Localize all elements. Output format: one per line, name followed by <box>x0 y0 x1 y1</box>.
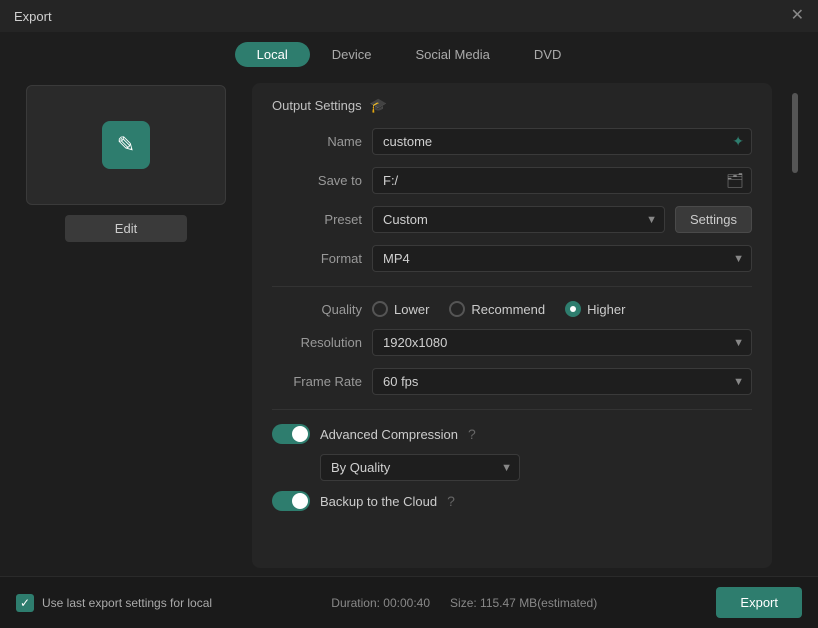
preview-icon: ✎ <box>102 121 150 169</box>
resolution-select-wrapper: 1920x1080 1280x720 3840x2160 640x480 ▼ <box>372 329 752 356</box>
size-label: Size: 115.47 MB(estimated) <box>450 596 597 610</box>
main-content: ✎ Edit Output Settings 🎓 Name ✦ Save to … <box>0 75 818 576</box>
by-quality-row: By Quality By Size ▼ <box>320 454 752 481</box>
tab-local[interactable]: Local <box>235 42 310 67</box>
by-quality-select[interactable]: By Quality By Size <box>320 454 520 481</box>
quality-row: Quality Lower Recommend Higher <box>272 301 752 317</box>
bottom-left: ✓ Use last export settings for local <box>16 594 212 612</box>
title-bar: Export ✕ <box>0 0 818 32</box>
backup-cloud-row: Backup to the Cloud ? <box>272 491 752 511</box>
section-title: Output Settings 🎓 <box>272 97 752 114</box>
folder-icon[interactable]: 🗂 <box>726 172 744 189</box>
duration-label: Duration: 00:00:40 <box>331 596 430 610</box>
scrollbar-thumb[interactable] <box>792 93 798 173</box>
resolution-row: Resolution 1920x1080 1280x720 3840x2160 … <box>272 329 752 356</box>
tab-dvd[interactable]: DVD <box>512 42 583 67</box>
advanced-compression-row: Advanced Compression ? <box>272 424 752 444</box>
quality-higher-option[interactable]: Higher <box>565 301 625 317</box>
quality-lower-radio[interactable] <box>372 301 388 317</box>
preset-select[interactable]: Custom Default High Quality Low Quality <box>372 206 665 233</box>
resolution-label: Resolution <box>272 335 362 350</box>
save-to-input-wrapper: 🗂 <box>372 167 752 194</box>
right-panel: Output Settings 🎓 Name ✦ Save to 🗂 Prese… <box>252 83 772 568</box>
name-input-wrapper: ✦ <box>372 128 752 155</box>
resolution-select[interactable]: 1920x1080 1280x720 3840x2160 640x480 <box>372 329 752 356</box>
preset-label: Preset <box>272 212 362 227</box>
divider-2 <box>272 409 752 410</box>
backup-cloud-knob <box>292 493 308 509</box>
frame-rate-select[interactable]: 60 fps 30 fps 24 fps 15 fps <box>372 368 752 395</box>
section-title-text: Output Settings <box>272 98 362 113</box>
quality-lower-option[interactable]: Lower <box>372 301 429 317</box>
format-label: Format <box>272 251 362 266</box>
quality-higher-label: Higher <box>587 302 625 317</box>
by-quality-select-wrapper: By Quality By Size ▼ <box>320 454 520 481</box>
bottom-bar: ✓ Use last export settings for local Dur… <box>0 576 818 628</box>
quality-label: Quality <box>272 302 362 317</box>
quality-options: Lower Recommend Higher <box>372 301 625 317</box>
quality-recommend-option[interactable]: Recommend <box>449 301 545 317</box>
divider-1 <box>272 286 752 287</box>
quality-recommend-label: Recommend <box>471 302 545 317</box>
scrollbar-track[interactable] <box>792 83 798 568</box>
format-select[interactable]: MP4 MOV AVI MKV <box>372 245 752 272</box>
format-row: Format MP4 MOV AVI MKV ▼ <box>272 245 752 272</box>
edit-button[interactable]: Edit <box>65 215 187 242</box>
frame-rate-select-wrapper: 60 fps 30 fps 24 fps 15 fps ▼ <box>372 368 752 395</box>
tab-social-media[interactable]: Social Media <box>393 42 511 67</box>
tab-device[interactable]: Device <box>310 42 394 67</box>
left-panel: ✎ Edit <box>16 75 236 576</box>
tab-bar: Local Device Social Media DVD <box>0 32 818 75</box>
bottom-center: Duration: 00:00:40 Size: 115.47 MB(estim… <box>331 596 597 610</box>
name-label: Name <box>272 134 362 149</box>
backup-cloud-label: Backup to the Cloud <box>320 494 437 509</box>
quality-lower-label: Lower <box>394 302 429 317</box>
ai-icon: ✦ <box>732 133 744 150</box>
name-input[interactable] <box>372 128 752 155</box>
settings-button[interactable]: Settings <box>675 206 752 233</box>
preset-row: Preset Custom Default High Quality Low Q… <box>272 206 752 233</box>
save-to-row: Save to 🗂 <box>272 167 752 194</box>
format-select-wrapper: MP4 MOV AVI MKV ▼ <box>372 245 752 272</box>
save-to-input[interactable] <box>372 167 752 194</box>
checkbox-icon[interactable]: ✓ <box>16 594 34 612</box>
save-to-label: Save to <box>272 173 362 188</box>
export-button[interactable]: Export <box>716 587 802 618</box>
backup-cloud-toggle[interactable] <box>272 491 310 511</box>
advanced-compression-toggle[interactable] <box>272 424 310 444</box>
bottom-checkbox-label: Use last export settings for local <box>42 596 212 610</box>
window-title: Export <box>14 9 52 24</box>
quality-higher-radio[interactable] <box>565 301 581 317</box>
backup-cloud-help-icon[interactable]: ? <box>447 493 455 509</box>
advanced-compression-knob <box>292 426 308 442</box>
preview-box: ✎ <box>26 85 226 205</box>
name-row: Name ✦ <box>272 128 752 155</box>
advanced-compression-help-icon[interactable]: ? <box>468 426 476 442</box>
frame-rate-row: Frame Rate 60 fps 30 fps 24 fps 15 fps ▼ <box>272 368 752 395</box>
close-button[interactable]: ✕ <box>791 8 804 24</box>
preset-select-wrapper: Custom Default High Quality Low Quality … <box>372 206 665 233</box>
quality-recommend-radio[interactable] <box>449 301 465 317</box>
advanced-compression-label: Advanced Compression <box>320 427 458 442</box>
info-icon: 🎓 <box>370 97 387 114</box>
frame-rate-label: Frame Rate <box>272 374 362 389</box>
